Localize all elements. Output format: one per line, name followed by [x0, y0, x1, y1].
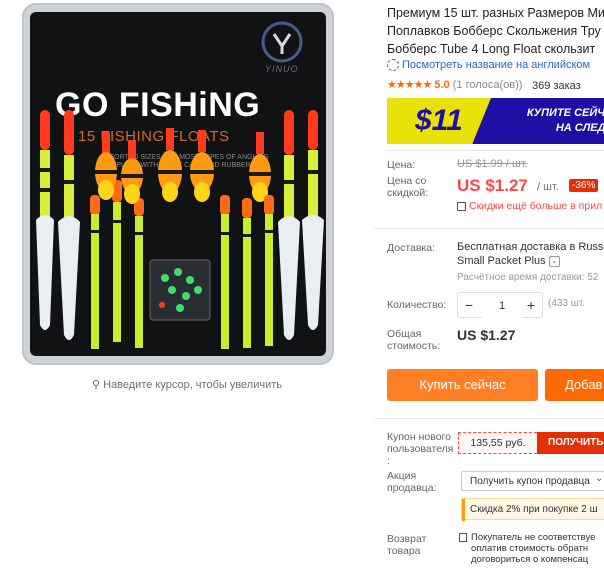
banner-text: КУПИТЕ СЕЙЧА НА СЛЕДУ [493, 106, 604, 136]
current-price: US $1.27 [457, 176, 528, 195]
total-label: Общая стоимость: [387, 328, 441, 352]
quantity-increase-button[interactable]: + [520, 293, 542, 317]
translate-link-text[interactable]: Посмотреть название на английском [402, 59, 590, 71]
translate-title-link[interactable]: Посмотреть название на английском [387, 59, 590, 72]
float-tall-white-right [278, 110, 300, 340]
chevron-down-icon[interactable]: ⌄ [548, 255, 560, 267]
product-title-line: Премиум 15 шт. разных Размеров Ми [387, 6, 604, 20]
app-discount-text[interactable]: Скидки ещё больше в прил [469, 200, 602, 212]
add-to-cart-button[interactable]: Добав [545, 369, 604, 401]
float-green-stick-2 [112, 180, 122, 342]
discount-price-label: Цена со скидкой: [387, 175, 429, 199]
discount-badge: -36% [569, 179, 599, 192]
float-tall-white-right-2 [302, 110, 324, 330]
float-bulb-3 [158, 128, 182, 202]
rating-row[interactable]: ★★★★★ 5.0 (1 голоса(ов)) [387, 78, 522, 91]
brand-logo-text: YINUO [265, 64, 299, 74]
chevron-down-icon[interactable]: ⌄ [595, 473, 603, 484]
quantity-input[interactable] [482, 293, 522, 319]
get-coupon-button[interactable]: ПОЛУЧИТЬ [537, 432, 604, 454]
returns-info: Покупатель не соответствуе оплатив стоим… [459, 532, 604, 565]
returns-label: Возврат товара [387, 533, 427, 557]
orders-count: 369 заказ [532, 80, 581, 92]
rating-count[interactable]: (1 голоса(ов)) [453, 79, 523, 91]
float-bulb-2 [121, 140, 143, 204]
product-title: Премиум 15 шт. разных Размеров Ми Поплав… [387, 4, 604, 58]
rating-value: 5.0 [434, 79, 450, 91]
total-price: US $1.27 [457, 327, 516, 343]
float-bulb-1 [95, 132, 117, 200]
coupon-label: Купон нового пользователя : [387, 431, 454, 467]
quantity-available: (433 шт. [548, 298, 586, 309]
quantity-label: Количество: [387, 299, 447, 311]
returns-line: оплатив стоимость обратн [471, 543, 589, 554]
product-title-line: Бобберс Tube 4 Long Float скользит [387, 42, 596, 56]
divider [373, 418, 604, 419]
price-label: Цена: [387, 159, 416, 171]
shipping-method[interactable]: Small Packet Plus [457, 255, 546, 267]
float-bulb-5 [249, 132, 271, 202]
document-icon [459, 532, 467, 542]
float-green-stick-4 [220, 195, 230, 349]
per-unit: / шт. [537, 181, 559, 193]
product-image[interactable]: YINUO GO FISHiNG 15 FISHING FLOATS ASSOR… [0, 0, 374, 372]
banner-text-line: КУПИТЕ СЕЙЧА [526, 107, 604, 119]
brand-logo-icon [261, 21, 303, 63]
float-green-stick-5 [242, 198, 252, 348]
returns-line: договориться о компенсац [471, 554, 589, 565]
magnifier-icon: ⚲ [91, 379, 101, 391]
returns-line: Покупатель не соответствуе [459, 532, 604, 543]
rating-stars-icon: ★★★★★ [387, 79, 432, 91]
product-title-line: Поплавков Бобберс Скольжения Тру [387, 24, 601, 38]
seller-discount-text: Скидка 2% при покупке 2 ш [470, 504, 598, 515]
divider [373, 228, 604, 229]
float-caps-bag [149, 259, 211, 321]
shipping-label: Доставка: [387, 242, 436, 254]
old-price: US $1.99 / шт. [457, 158, 528, 170]
float-bulb-4 [190, 130, 214, 202]
float-green-stick-1 [90, 195, 100, 349]
banner-coupon-value: $11 [415, 104, 463, 137]
qr-code-icon [457, 201, 466, 211]
fishing-floats-illustration [36, 110, 324, 349]
shipping-time: Расчётное время доставки: 52 [457, 272, 599, 283]
buy-now-button[interactable]: Купить сейчас [387, 369, 538, 401]
seller-coupon-select[interactable]: Получить купон продавца [461, 471, 604, 491]
translate-icon [387, 59, 399, 72]
promo-label: Акция продавца: [387, 470, 437, 494]
quantity-decrease-button[interactable]: − [458, 293, 480, 317]
returns-line-text: Покупатель не соответствуе [471, 532, 596, 543]
float-tall-white-left-2 [58, 110, 80, 340]
float-green-stick-3 [134, 198, 144, 348]
float-green-stick-6 [264, 195, 274, 346]
app-discount-link[interactable]: Скидки ещё больше в прил [457, 200, 602, 212]
seller-discount-tag: Скидка 2% при покупке 2 ш [461, 498, 604, 521]
banner-text-line: НА СЛЕДУ [555, 122, 604, 134]
zoom-hint: ⚲ Наведите курсор, чтобы увеличить [0, 378, 374, 391]
zoom-hint-text: Наведите курсор, чтобы увеличить [103, 379, 283, 391]
divider [387, 150, 604, 151]
promo-banner[interactable]: $11 КУПИТЕ СЕЙЧА НА СЛЕДУ [387, 98, 604, 144]
quantity-stepper[interactable]: − + [457, 292, 543, 319]
shipping-method-select[interactable]: Small Packet Plus ⌄ [457, 255, 560, 267]
coupon-amount: 135,55 руб. [458, 432, 537, 454]
shipping-main: Бесплатная доставка в Russi [457, 241, 604, 253]
float-tall-white-left [36, 110, 54, 330]
discount-accent-bar [462, 499, 465, 521]
